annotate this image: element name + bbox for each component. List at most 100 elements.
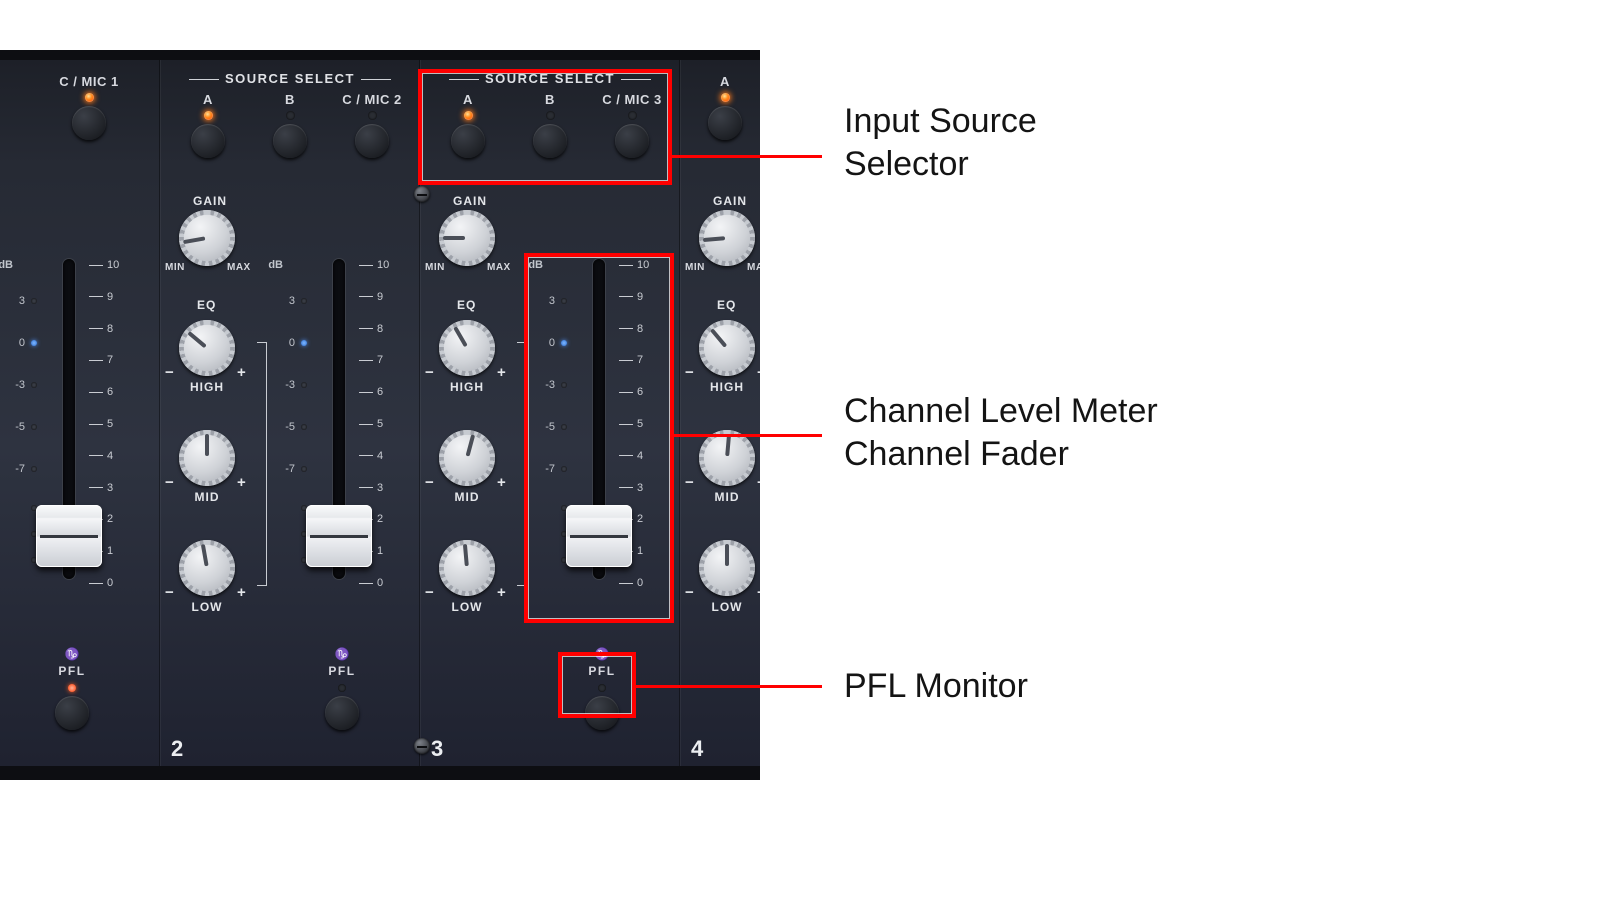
eq-high-label: HIGH [450,380,484,394]
gain-knob[interactable]: GAIN MIN MAX [439,210,495,266]
pfl-label: PFL [328,664,355,678]
eq-low-plus: + [497,584,506,601]
callout-text-fader: Channel Level Meter Channel Fader [844,390,1158,475]
pfl-label: PFL [58,664,85,678]
eq-high-plus: + [497,364,506,381]
gain-max-label: MAX [227,262,251,273]
callout-line-source [672,155,822,158]
eq-high-knob[interactable]: − + HIGH [179,320,235,376]
source-select-title: SOURCE SELECT [183,71,397,86]
source-option-a: A [695,74,755,140]
source-button-a[interactable] [708,106,742,140]
pfl-button[interactable] [55,696,89,730]
level-meter: dB 30-3-5-7 [0,265,37,575]
eq-low-knob[interactable]: − + LOW [439,540,495,596]
gain-knob[interactable]: GAIN MIN MAX [699,210,755,266]
channel-number: 4 [691,736,703,762]
source-select-section: B C / MIC 1 [0,70,159,190]
level-meter: dB 30-3-5-7 [267,265,307,575]
eq-mid-label: MID [455,490,480,504]
eq-low-label: LOW [452,600,483,614]
eq-low-label: LOW [192,600,223,614]
channel-number: 2 [171,736,183,762]
pfl-led [68,684,76,692]
source-led-a [204,111,213,120]
callout-text-source: Input Source Selector [844,100,1037,185]
headphone-icon: ♑ [27,647,117,661]
gain-min-label: MIN [685,262,705,273]
eq-mid-knob[interactable]: − + MID [699,430,755,486]
source-select-section: SOURCE SELECT A B C / MIC 2 [161,70,419,190]
highlight-fader-meter [524,253,674,623]
eq-bracket [257,342,267,586]
eq-mid-label: MID [195,490,220,504]
channel-number: 3 [431,736,443,762]
source-label-a: A [178,92,238,107]
source-label-b: B [260,92,320,107]
source-button-b[interactable] [273,124,307,158]
eq-low-plus: + [757,584,760,601]
eq-title: EQ [457,298,476,312]
eq-mid-plus: + [757,474,760,491]
gain-min-label: MIN [425,262,445,273]
source-select-section: A [681,70,760,190]
eq-high-plus: + [237,364,246,381]
eq-mid-plus: + [497,474,506,491]
callout-line-fader [674,434,822,437]
eq-high-minus: − [425,364,434,381]
eq-low-label: LOW [712,600,743,614]
eq-low-minus: − [425,584,434,601]
fader-cap[interactable] [36,505,102,567]
channel-strip-4: A GAIN MIN MAX EQ − + HIGH − + MID [680,60,760,766]
eq-low-minus: − [685,584,694,601]
eq-low-knob[interactable]: − + LOW [699,540,755,596]
source-option-b: B [260,92,320,158]
source-led-a [721,93,730,102]
eq-mid-label: MID [715,490,740,504]
eq-high-minus: − [165,364,174,381]
source-led-c [368,111,377,120]
eq-mid-knob[interactable]: − + MID [439,430,495,486]
source-led-c [85,93,94,102]
eq-low-knob[interactable]: − + LOW [179,540,235,596]
source-button-c[interactable] [72,106,106,140]
gain-knob[interactable]: GAIN MIN MAX [179,210,235,266]
source-option-c: C / MIC 2 [342,92,402,158]
gain-label: GAIN [193,194,227,208]
highlight-pfl [558,652,636,718]
eq-mid-minus: − [165,474,174,491]
gain-label: GAIN [453,194,487,208]
gain-min-label: MIN [165,262,185,273]
gain-max-label: MAX [747,262,760,273]
fader-area: dB 30-3-5-7 109876543210 [0,255,137,625]
eq-high-minus: − [685,364,694,381]
eq-high-label: HIGH [190,380,224,394]
source-label-a: A [695,74,755,89]
gain-max-label: MAX [487,262,511,273]
source-label-c: C / MIC 2 [342,92,402,107]
eq-mid-knob[interactable]: − + MID [179,430,235,486]
pfl-section: ♑ PFL [297,647,387,730]
eq-high-knob[interactable]: − + HIGH [699,320,755,376]
callout-line-pfl [636,685,822,688]
panel-screw [414,738,430,754]
eq-mid-minus: − [685,474,694,491]
panel-screw [414,186,430,202]
pfl-button[interactable] [325,696,359,730]
eq-mid-minus: − [425,474,434,491]
source-option-c: C / MIC 1 [59,74,119,140]
eq-high-knob[interactable]: − + HIGH [439,320,495,376]
source-option-a: A [178,92,238,158]
fader-cap[interactable] [306,505,372,567]
source-led-b [286,111,295,120]
db-label: dB [0,259,13,271]
eq-high-plus: + [757,364,760,381]
headphone-icon: ♑ [297,647,387,661]
source-button-c[interactable] [355,124,389,158]
source-button-a[interactable] [191,124,225,158]
channel-strip-2: SOURCE SELECT A B C / MIC 2 GAIN MIN MAX… [160,60,420,766]
db-label: dB [268,259,283,271]
callout-text-pfl: PFL Monitor [844,665,1028,708]
fader-area: dB 30-3-5-7 109876543210 [267,255,407,625]
eq-title: EQ [197,298,216,312]
